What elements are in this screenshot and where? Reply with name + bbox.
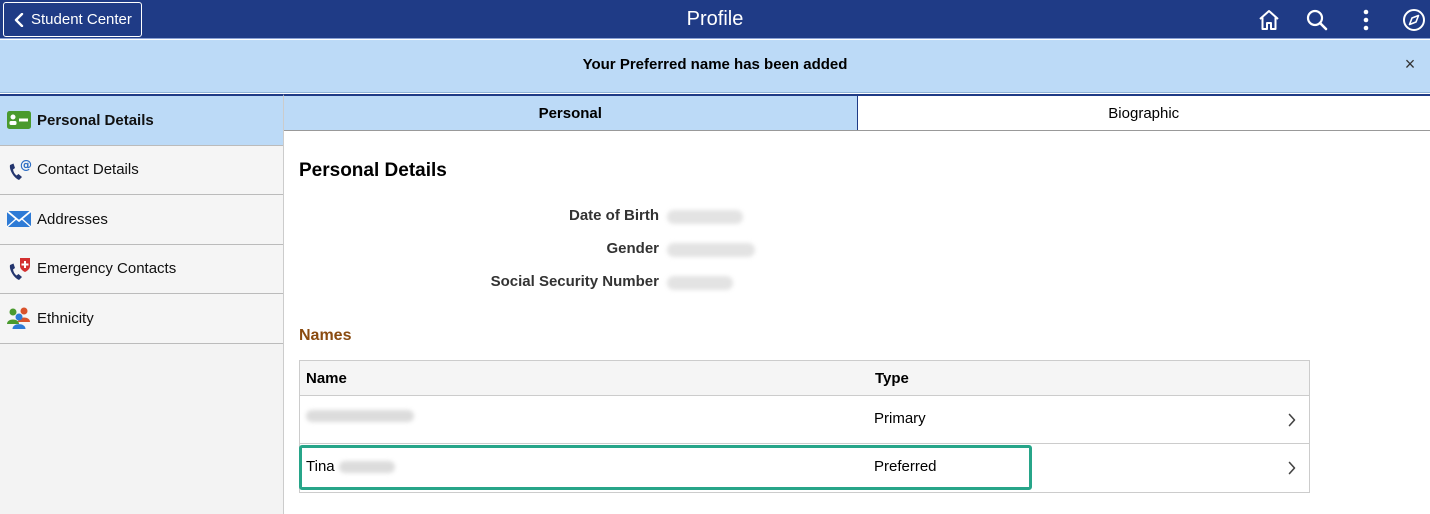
student-center-back-button[interactable]: Student Center <box>3 2 142 37</box>
chevron-left-icon <box>14 12 24 27</box>
chevron-right-icon <box>1285 460 1299 476</box>
top-bar: Student Center Profile <box>0 0 1430 39</box>
last-name-redacted <box>338 460 395 473</box>
confirmation-banner: Your Preferred name has been added × <box>0 40 1430 93</box>
home-icon[interactable] <box>1255 6 1283 34</box>
table-row-preferred[interactable]: Tina Preferred <box>300 444 1309 492</box>
names-grid: Name Type Primary Tina Preferred <box>299 360 1310 493</box>
column-header-type: Type <box>875 370 909 387</box>
chevron-right-icon <box>1285 412 1299 428</box>
tab-personal[interactable]: Personal <box>284 96 858 130</box>
phone-at-icon: @ <box>6 157 32 183</box>
page-title: Profile <box>686 8 744 30</box>
ssn-value-redacted <box>667 276 733 290</box>
date-of-birth-value-redacted <box>667 210 743 224</box>
envelope-icon <box>6 206 32 232</box>
type-cell: Preferred <box>874 458 937 475</box>
more-vertical-icon[interactable] <box>1352 6 1380 34</box>
compass-icon[interactable] <box>1400 6 1428 34</box>
sidebar-item-label: Ethnicity <box>37 309 94 327</box>
sidebar-item-contact-details[interactable]: @ Contact Details <box>0 145 283 195</box>
gender-value-redacted <box>667 243 755 257</box>
ssn-label: Social Security Number <box>490 273 659 290</box>
sidebar-item-label: Personal Details <box>37 111 154 129</box>
close-icon[interactable]: × <box>1400 54 1420 74</box>
preferred-first-name: Tina <box>306 458 335 475</box>
search-icon[interactable] <box>1303 6 1331 34</box>
section-title: Personal Details <box>299 160 447 181</box>
svg-text:@: @ <box>20 158 32 172</box>
sidebar-item-personal-details[interactable]: Personal Details <box>0 96 283 146</box>
id-card-icon <box>6 107 32 133</box>
sidebar: Personal Details @ Contact Details Addre… <box>0 94 284 514</box>
type-cell: Primary <box>874 410 926 427</box>
name-redacted <box>306 410 414 422</box>
people-icon <box>6 305 32 331</box>
names-section-title: Names <box>299 327 352 344</box>
sidebar-item-ethnicity[interactable]: Ethnicity <box>0 294 283 344</box>
column-header-name: Name <box>306 370 347 387</box>
sidebar-item-addresses[interactable]: Addresses <box>0 195 283 245</box>
tab-bar: Personal Biographic <box>284 94 1430 131</box>
back-button-label: Student Center <box>31 11 132 28</box>
date-of-birth-label: Date of Birth <box>569 207 659 224</box>
tab-biographic[interactable]: Biographic <box>857 96 1430 130</box>
sidebar-item-emergency-contacts[interactable]: Emergency Contacts <box>0 244 283 294</box>
phone-medical-icon <box>6 256 32 282</box>
gender-label: Gender <box>606 240 659 257</box>
sidebar-item-label: Emergency Contacts <box>37 260 177 278</box>
banner-message: Your Preferred name has been added <box>582 56 848 73</box>
sidebar-item-label: Addresses <box>37 210 108 228</box>
grid-header: Name Type <box>300 361 1309 396</box>
table-row-primary[interactable]: Primary <box>300 396 1309 444</box>
name-cell: Tina <box>306 458 395 475</box>
name-cell <box>306 410 414 422</box>
sidebar-item-label: Contact Details <box>37 161 139 179</box>
